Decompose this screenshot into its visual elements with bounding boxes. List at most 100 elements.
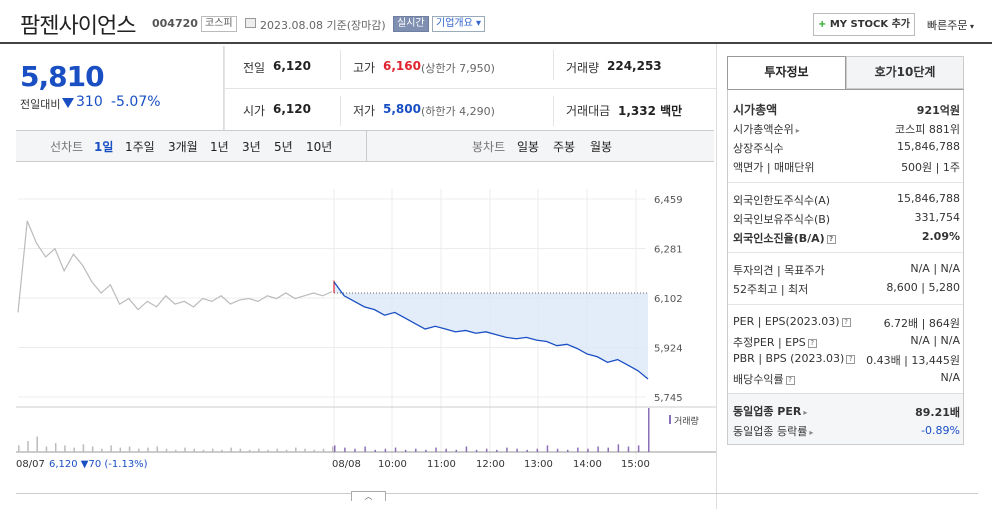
period-5y[interactable]: 5년 (274, 138, 293, 155)
volume-bar (607, 447, 609, 452)
volume-bar (128, 446, 131, 452)
info-icon[interactable]: ? (807, 338, 817, 348)
volume-label: 거래량 (566, 61, 600, 75)
volume-bar (496, 449, 498, 452)
industry-per[interactable]: 동일업종 PER ▸ (733, 403, 807, 419)
volume-bar (546, 445, 549, 452)
period-3y[interactable]: 3년 (242, 138, 261, 155)
market-badge: 코스피 (201, 16, 237, 32)
divider (224, 88, 716, 89)
period-1w[interactable]: 1주일 (125, 138, 155, 155)
prev-close-value: 6,120 (273, 59, 311, 73)
foreign-limit-value: 15,846,788 (897, 192, 960, 205)
volume-bar (577, 447, 579, 452)
volume-bar (258, 448, 260, 452)
volume-bar (556, 448, 559, 452)
per-eps-value: 6.72배 | 864원 (883, 317, 960, 330)
volume-bar (230, 447, 232, 452)
chevron-right-icon: ▸ (809, 428, 814, 437)
pbr-bps-value: 0.43배 | 13,445원 (866, 354, 960, 367)
low-value: 5,800 (383, 102, 421, 116)
volume-bar (248, 449, 251, 452)
foreign-limit-label: 외국인한도주식수(A) (733, 194, 831, 207)
period-1y[interactable]: 1년 (210, 138, 229, 155)
company-overview-dropdown[interactable]: 기업개요 ▾ (432, 16, 486, 32)
lower-limit: (하한가 4,290) (421, 105, 495, 118)
candle-daily[interactable]: 일봉 (517, 138, 539, 155)
tab-invest-info[interactable]: 투자정보 (727, 56, 846, 89)
opinion-value: N/A | N/A (910, 262, 960, 275)
volume-bar (313, 449, 316, 452)
current-price: 5,810 (20, 60, 105, 93)
candle-weekly[interactable]: 주봉 (553, 138, 575, 155)
volume-bar (202, 449, 205, 452)
x-tick-label: 12:00 (476, 459, 505, 470)
volume-bar (332, 446, 334, 452)
x-tick-label: 08/07 (16, 459, 45, 470)
realtime-button[interactable]: 실시간 (393, 16, 429, 32)
quick-order-button[interactable]: 빠른주문 ▾ (927, 17, 974, 33)
industry-change-label: 동일업종 등락률 (733, 425, 808, 438)
company-name[interactable]: 팜젠사이언스 (20, 8, 136, 40)
volume-bar (617, 444, 620, 452)
volume-bar (536, 448, 539, 452)
volume-bar (91, 446, 94, 452)
price-chart[interactable]: 6,459 6,281 6,102 5,924 5,745 거래량 08/07 08/08 10… (16, 162, 716, 492)
volume-legend-swatch (669, 415, 671, 424)
info-icon[interactable]: ? (841, 317, 851, 327)
volume-bar (506, 447, 508, 452)
est-per-eps: 추정PER | EPS? (733, 334, 817, 350)
info-icon[interactable]: ? (846, 354, 856, 364)
volume-bar (394, 447, 397, 452)
volume-bar (175, 449, 177, 452)
volume-bar (54, 443, 57, 452)
dividend-yield-value: N/A (940, 371, 960, 384)
volume-bar (465, 446, 468, 452)
open-value: 6,120 (273, 102, 311, 116)
volume-bar (165, 448, 168, 452)
date-basis: 2023.08.08 기준(장마감) (260, 19, 386, 32)
amount-label: 거래대금 (566, 104, 611, 118)
chevron-up-icon: ︿ (364, 492, 373, 501)
par-value-value: 500원 | 1주 (901, 161, 960, 174)
volume-bar (637, 445, 640, 452)
chevron-right-icon: ▸ (803, 408, 808, 417)
divider (16, 493, 978, 494)
volume-bar (344, 447, 346, 452)
candle-monthly[interactable]: 월봉 (590, 138, 612, 155)
info-icon[interactable]: ? (826, 234, 836, 244)
volume-bar (587, 448, 589, 452)
volume-bar (119, 447, 122, 452)
volume-bar (304, 448, 306, 452)
mystock-add-button[interactable]: + MY STOCK 추가 (813, 13, 915, 36)
change-value: 310 (76, 94, 103, 110)
volume-bar (566, 449, 569, 452)
volume-bar (27, 441, 29, 452)
industry-change[interactable]: 동일업종 등락률 ▸ (733, 423, 813, 439)
tab-order-book[interactable]: 호가10단계 (846, 56, 964, 89)
divider (728, 304, 963, 305)
foreign-exhaustion-label: 외국인소진율(B/A) (733, 232, 825, 245)
y-tick-label: 6,281 (654, 245, 683, 256)
calendar-icon (245, 18, 256, 28)
pbr-bps: PBR | BPS (2023.03)? (733, 352, 856, 365)
period-3m[interactable]: 3개월 (168, 138, 198, 155)
chevron-down-icon: ▾ (472, 18, 482, 29)
prev-close-label: 전일 (243, 61, 266, 75)
market-cap-value: 921억원 (916, 104, 960, 117)
high-value: 6,160 (383, 59, 421, 73)
x-tick-label: 11:00 (427, 459, 456, 470)
period-1d[interactable]: 1일 (94, 138, 113, 155)
volume-bar (374, 449, 377, 452)
period-10y[interactable]: 10년 (306, 138, 332, 155)
per-eps: PER | EPS(2023.03)? (733, 315, 851, 328)
collapse-toggle-button[interactable]: ︿ (351, 491, 386, 501)
quick-order-label: 빠른주문 (927, 19, 968, 32)
volume-bar (221, 449, 223, 452)
industry-per-value: 89.21배 (915, 406, 960, 419)
volume-bar (354, 448, 356, 452)
info-icon[interactable]: ? (785, 375, 795, 385)
market-cap-rank[interactable]: 시가총액순위 ▸ (733, 121, 800, 137)
volume-bar (239, 448, 242, 452)
volume-bar (485, 448, 488, 452)
